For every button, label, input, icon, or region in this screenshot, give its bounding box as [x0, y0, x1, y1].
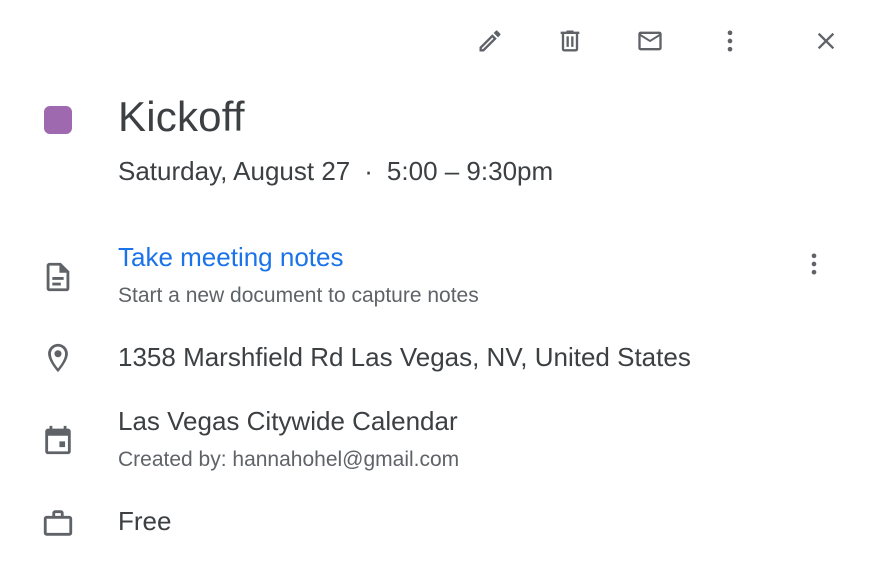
event-color-chip	[44, 106, 72, 134]
location-pin-icon	[38, 338, 78, 378]
close-button[interactable]	[804, 19, 848, 63]
calendar-creator: Created by: hannahohel@gmail.com	[118, 448, 460, 471]
trash-icon	[560, 30, 580, 52]
more-options-button[interactable]	[708, 19, 752, 63]
datetime-separator: ·	[364, 156, 373, 186]
notes-more-options-button[interactable]	[792, 242, 836, 286]
event-date: Saturday, August 27	[118, 156, 351, 186]
pencil-icon	[479, 30, 501, 52]
more-vert-icon	[727, 30, 733, 52]
calendar-name: Las Vegas Citywide Calendar	[118, 406, 458, 436]
take-meeting-notes-link[interactable]: Take meeting notes	[118, 242, 343, 273]
email-guests-button[interactable]	[628, 19, 672, 63]
close-icon	[817, 32, 835, 50]
delete-event-button[interactable]	[548, 19, 592, 63]
availability-status: Free	[118, 506, 172, 536]
event-title: Kickoff	[118, 93, 245, 140]
briefcase-icon	[38, 503, 78, 543]
more-vert-icon	[811, 253, 817, 275]
event-datetime: Saturday, August 27 · 5:00 – 9:30pm	[118, 156, 553, 187]
edit-event-button[interactable]	[468, 19, 512, 63]
calendar-icon	[38, 420, 78, 460]
mail-icon	[638, 31, 662, 51]
event-toolbar	[0, 0, 878, 84]
notes-subtitle: Start a new document to capture notes	[118, 284, 479, 307]
event-time: 5:00 – 9:30pm	[386, 156, 554, 186]
document-icon	[38, 257, 78, 297]
event-location: 1358 Marshfield Rd Las Vegas, NV, United…	[118, 342, 691, 372]
